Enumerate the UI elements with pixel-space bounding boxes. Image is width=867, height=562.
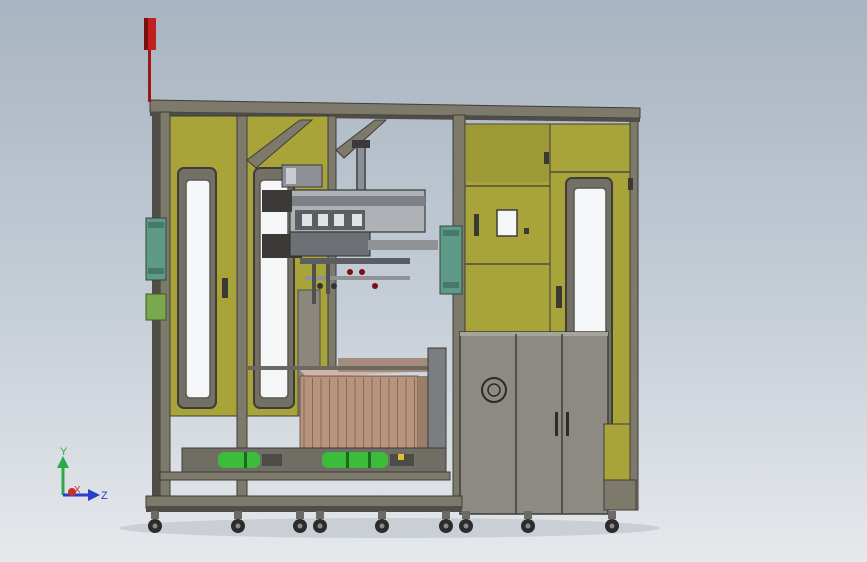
axis-label-y: Y [60, 446, 68, 458]
left-mount-block [145, 217, 167, 321]
drive-motor-right [322, 452, 414, 468]
caster-wheel [439, 511, 453, 533]
right-mount-block [439, 225, 463, 295]
axis-triad[interactable]: Y X Z [57, 446, 108, 502]
caster-wheel [148, 511, 162, 533]
drive-motor-left [218, 452, 282, 468]
caster-wheel [375, 511, 389, 533]
signal-tower [144, 18, 156, 102]
axis-label-x: X [74, 485, 81, 496]
caster-wheel [231, 511, 245, 533]
carton-stack [299, 358, 445, 453]
left-door-panel[interactable] [169, 115, 238, 417]
right-upper-panel[interactable] [464, 123, 551, 333]
machine-model: Y X Z [57, 18, 660, 538]
caster-wheel [313, 511, 327, 533]
axis-label-z: Z [101, 490, 108, 502]
caster-wheel [293, 511, 307, 533]
cad-viewport[interactable]: Y X Z [0, 0, 867, 562]
ground-shadow [120, 518, 660, 538]
